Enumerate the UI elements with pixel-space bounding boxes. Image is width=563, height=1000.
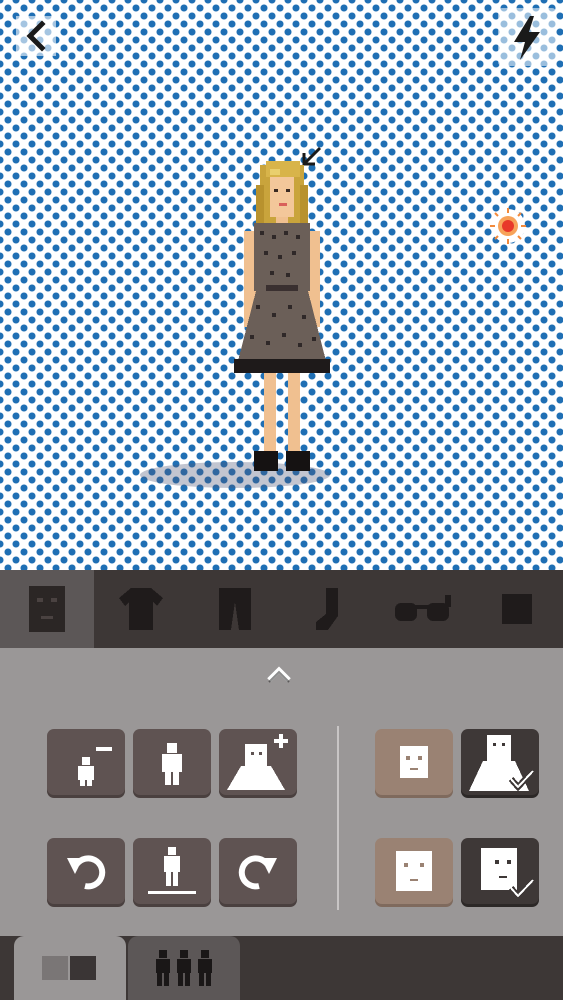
standard-figure-button[interactable] — [133, 729, 211, 795]
standard-figure-icon — [162, 743, 182, 785]
grow-figure-icon — [227, 734, 288, 790]
color-swatches-icon — [42, 956, 96, 980]
small-head-icon — [400, 746, 428, 778]
tab-extra[interactable] — [470, 570, 563, 648]
square-icon — [502, 594, 532, 624]
figure-on-ground-icon — [148, 847, 196, 894]
tab-accessories[interactable] — [376, 570, 470, 648]
tshirt-icon — [119, 588, 163, 630]
rotate-left-button[interactable] — [47, 838, 125, 904]
bottom-tab-bar — [0, 936, 563, 1000]
tab-bottom[interactable] — [188, 570, 282, 648]
tab-socks[interactable] — [282, 570, 376, 648]
head-bust-check-icon — [469, 735, 536, 792]
rotate-right-icon — [238, 855, 277, 890]
lightning-bolt-icon — [514, 16, 540, 60]
glasses-icon — [395, 595, 451, 621]
face-side-option[interactable] — [461, 838, 539, 904]
collapse-button[interactable] — [264, 662, 294, 686]
face-icon — [29, 586, 65, 632]
category-tab-bar — [0, 570, 563, 648]
head-bust-option[interactable] — [461, 729, 539, 795]
rotate-left-icon — [67, 855, 106, 890]
three-people-icon — [156, 950, 212, 986]
tab-top[interactable] — [94, 570, 188, 648]
face-front-option[interactable] — [375, 838, 453, 904]
tab-face[interactable] — [0, 570, 94, 648]
sock-icon — [316, 588, 338, 630]
face-side-check-icon — [481, 848, 536, 901]
flash-button[interactable] — [498, 8, 556, 66]
small-head-option[interactable] — [375, 729, 453, 795]
panel-divider — [337, 726, 339, 910]
pixel-character[interactable] — [226, 155, 336, 485]
shrink-figure-button[interactable] — [47, 729, 125, 795]
pants-icon — [219, 588, 251, 630]
face-front-icon — [396, 851, 432, 891]
options-panel — [0, 648, 563, 936]
tab-people[interactable] — [128, 936, 240, 1000]
tab-colors[interactable] — [14, 936, 126, 1000]
grow-figure-button[interactable] — [219, 729, 297, 795]
shrink-figure-icon — [78, 747, 112, 786]
light-button[interactable] — [488, 206, 528, 246]
figure-on-ground-button[interactable] — [133, 838, 211, 904]
back-button[interactable] — [16, 16, 56, 56]
rotate-right-button[interactable] — [219, 838, 297, 904]
character-canvas — [0, 0, 563, 570]
